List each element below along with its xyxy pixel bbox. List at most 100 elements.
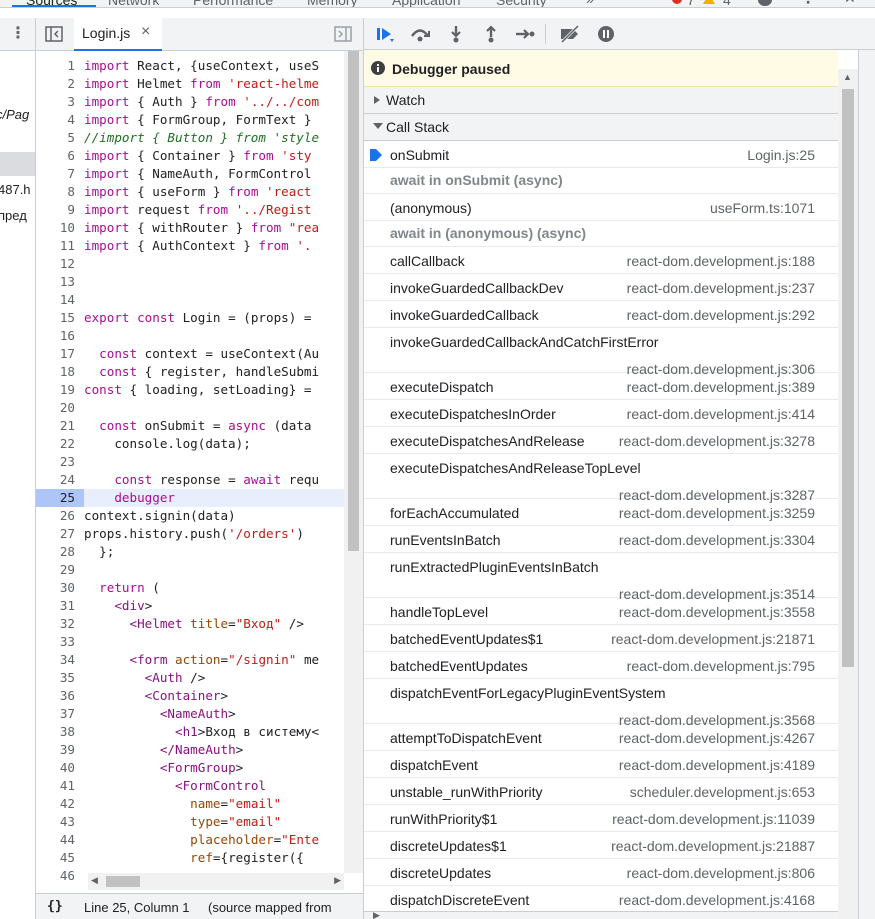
code-line[interactable]: 5//import { Button } from 'style: [36, 129, 346, 147]
call-frame-location[interactable]: react-dom.development.js:4267: [619, 730, 815, 746]
line-number[interactable]: 44: [36, 831, 84, 849]
navigator-selected-row[interactable]: [0, 152, 35, 176]
line-number[interactable]: 38: [36, 723, 84, 741]
call-frame[interactable]: runEventsInBatch react-dom.development.js…: [364, 526, 838, 553]
line-number[interactable]: 20: [36, 399, 84, 417]
scroll-left-icon[interactable]: ◀: [91, 875, 98, 886]
navigator-item-file[interactable]: 487.h: [0, 182, 31, 197]
code-line[interactable]: 16: [36, 327, 346, 345]
navigator-item-path[interactable]: c/Pag: [0, 107, 29, 122]
kebab-icon[interactable]: ⋮: [801, 0, 815, 7]
line-number[interactable]: 1: [36, 57, 84, 75]
line-number[interactable]: 21: [36, 417, 84, 435]
call-frame-location[interactable]: useForm.ts:1071: [710, 200, 815, 216]
line-number[interactable]: 36: [36, 687, 84, 705]
scope-section-header-partial[interactable]: ▶: [364, 910, 838, 919]
code-line[interactable]: 15 export const Login = (props) =: [36, 309, 346, 327]
code-line[interactable]: 18 const { register, handleSubmi: [36, 363, 346, 381]
code-line[interactable]: 26 context.signin(data): [36, 507, 346, 525]
call-frame-location[interactable]: react-dom.development.js:237: [627, 280, 815, 296]
code-line[interactable]: 45 ref={register({: [36, 849, 346, 867]
call-frame-location[interactable]: react-dom.development.js:21871: [611, 631, 815, 647]
line-number[interactable]: 22: [36, 435, 84, 453]
line-number[interactable]: 32: [36, 615, 84, 633]
code-line[interactable]: 44 placeholder="Ente: [36, 831, 346, 849]
call-frame[interactable]: executeDispatchesInOrder react-dom.develo…: [364, 400, 838, 427]
call-frame-selected[interactable]: onSubmit Login.js:25: [364, 141, 838, 168]
call-frame-location[interactable]: Login.js:25: [747, 147, 815, 163]
call-frame-location[interactable]: react-dom.development.js:292: [627, 307, 815, 323]
line-number[interactable]: 19: [36, 381, 84, 399]
line-number[interactable]: 24: [36, 471, 84, 489]
line-number[interactable]: 29: [36, 561, 84, 579]
code-line[interactable]: 17 const context = useContext(Au: [36, 345, 346, 363]
code-line[interactable]: 30 return (: [36, 579, 346, 597]
code-line[interactable]: 14: [36, 291, 346, 309]
gear-icon[interactable]: [758, 0, 772, 6]
line-number[interactable]: 39: [36, 741, 84, 759]
call-frame-location[interactable]: react-dom.development.js:3558: [619, 604, 815, 620]
line-number[interactable]: 46: [36, 867, 84, 885]
call-frame[interactable]: discreteUpdates$1 react-dom.development.j…: [364, 832, 838, 859]
call-frame[interactable]: dispatchDiscreteEvent react-dom.developme…: [364, 886, 838, 913]
navigator-more-icon[interactable]: ⋮: [10, 23, 26, 43]
call-frame-location[interactable]: react-dom.development.js:188: [627, 253, 815, 269]
call-frame[interactable]: attemptToDispatchEvent react-dom.developm…: [364, 724, 838, 751]
call-frame[interactable]: forEachAccumulated react-dom.development.…: [364, 499, 838, 526]
code-line[interactable]: 9 import request from '../Regist: [36, 201, 346, 219]
code-line[interactable]: 10 import { withRouter } from "rea: [36, 219, 346, 237]
line-number[interactable]: 11: [36, 237, 84, 255]
code-line[interactable]: 37 <NameAuth>: [36, 705, 346, 723]
debugger-vertical-scrollbar[interactable]: ▲: [838, 69, 858, 919]
code-line[interactable]: 28 };: [36, 543, 346, 561]
double-chevron-icon[interactable]: »: [586, 0, 594, 7]
line-number[interactable]: 28: [36, 543, 84, 561]
code-line[interactable]: 3 import { Auth } from '../../com: [36, 93, 346, 111]
call-frame[interactable]: executeDispatchesAndRelease react-dom.dev…: [364, 427, 838, 454]
line-number[interactable]: 40: [36, 759, 84, 777]
code-line[interactable]: 20: [36, 399, 346, 417]
code-line[interactable]: 42 name="email": [36, 795, 346, 813]
call-stack-section-header[interactable]: Call Stack: [364, 114, 838, 141]
debugger-vertical-scroll-thumb[interactable]: [842, 89, 854, 667]
code-line[interactable]: 13: [36, 273, 346, 291]
code-line[interactable]: 1 import React, {useContext, useS: [36, 57, 346, 75]
code-line[interactable]: 41 <FormControl: [36, 777, 346, 795]
code-line[interactable]: 33: [36, 633, 346, 651]
line-number[interactable]: 5: [36, 129, 84, 147]
toggle-debugger-icon[interactable]: [334, 26, 352, 42]
code-line[interactable]: 6 import { Container } from 'sty: [36, 147, 346, 165]
call-frame-location[interactable]: react-dom.development.js:806: [627, 865, 815, 881]
code-editor[interactable]: 1 import React, {useContext, useS 2 import …: [36, 51, 363, 892]
code-line[interactable]: 22 console.log(data);: [36, 435, 346, 453]
resume-button[interactable]: [372, 22, 398, 46]
close-tab-icon[interactable]: ×: [141, 23, 150, 41]
step-out-button[interactable]: [478, 22, 504, 46]
call-frame[interactable]: invokeGuardedCallbackAndCatchFirstError r…: [364, 328, 838, 377]
toggle-navigator-icon[interactable]: [45, 26, 63, 42]
call-frame[interactable]: executeDispatch react-dom.development.js:…: [364, 373, 838, 400]
line-number[interactable]: 31: [36, 597, 84, 615]
line-number[interactable]: 37: [36, 705, 84, 723]
line-number[interactable]: 3: [36, 93, 84, 111]
editor-tab-login[interactable]: Login.js ×: [74, 18, 162, 51]
tab-application[interactable]: Application: [392, 0, 461, 7]
code-line[interactable]: 21 const onSubmit = async (data: [36, 417, 346, 435]
call-frame-location[interactable]: react-dom.development.js:3278: [619, 433, 815, 449]
call-frame[interactable]: invokeGuardedCallbackDev react-dom.develo…: [364, 274, 838, 301]
code-line[interactable]: 31 <div>: [36, 597, 346, 615]
code-line[interactable]: 39 </NameAuth>: [36, 741, 346, 759]
code-line[interactable]: 34 <form action="/signin" me: [36, 651, 346, 669]
scroll-right-icon[interactable]: ▶: [334, 875, 341, 886]
call-frame[interactable]: (anonymous) useForm.ts:1071: [364, 194, 838, 221]
step-over-button[interactable]: [407, 22, 433, 46]
code-line[interactable]: 36 <Container>: [36, 687, 346, 705]
code-line[interactable]: 23: [36, 453, 346, 471]
code-line[interactable]: 35 <Auth />: [36, 669, 346, 687]
call-frame[interactable]: dispatchEvent react-dom.development.js:41…: [364, 751, 838, 778]
call-frame-location[interactable]: react-dom.development.js:3304: [619, 532, 815, 548]
editor-horizontal-scroll-thumb[interactable]: [106, 876, 140, 887]
call-frame[interactable]: runExtractedPluginEventsInBatch react-dom…: [364, 553, 838, 602]
call-frame[interactable]: dispatchEventForLegacyPluginEventSystem r…: [364, 679, 838, 728]
line-number[interactable]: 12: [36, 255, 84, 273]
